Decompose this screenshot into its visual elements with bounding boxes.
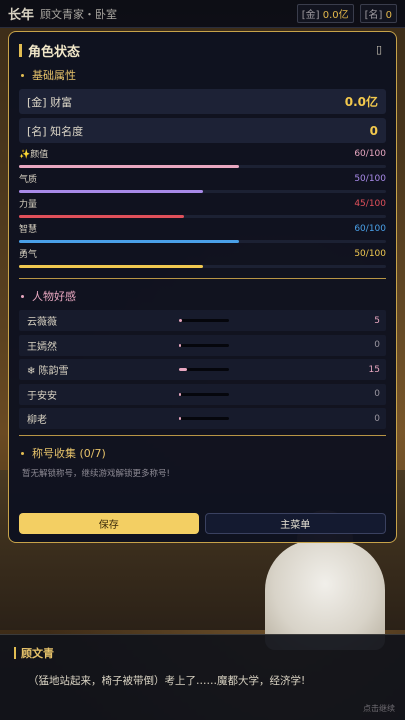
attribute-bar-fill xyxy=(19,190,203,193)
npc-row[interactable]: 王嫣然 0 xyxy=(19,334,386,356)
attribute-name: 勇气 xyxy=(19,250,38,260)
fame-value: 0 xyxy=(385,10,392,21)
top-hud: 长年 顾文青家・卧室 [金] 0.0亿 [名] 0 xyxy=(0,0,405,28)
attribute-bar xyxy=(19,265,386,268)
main-menu-button[interactable]: 主菜单 xyxy=(204,513,386,534)
affection-bar xyxy=(179,368,229,371)
location-label: 顾文青家・卧室 xyxy=(40,7,118,21)
npc-name: 王嫣然 xyxy=(27,341,57,353)
attribute-bar xyxy=(19,240,386,243)
status-panel: 角色状态 ▯ 基础属性 [金] 财富 0.0亿 [名] 知名度 0 ✨颜值 60/… xyxy=(8,31,397,543)
close-icon[interactable]: ▯ xyxy=(372,43,386,57)
attribute-value: 50/100 xyxy=(354,173,386,184)
attribute-row: 智慧 60/100 xyxy=(19,222,386,247)
npc-name: 云薇薇 xyxy=(27,317,57,328)
continue-hint[interactable]: 点击继续 xyxy=(363,703,395,714)
affection-bar-fill xyxy=(179,343,181,347)
npc-name: 柳老 xyxy=(27,415,47,426)
affection-bar xyxy=(179,392,229,396)
fame-badge: [名] 0 xyxy=(359,4,397,23)
npc-name: 于安安 xyxy=(27,390,57,402)
npc-row[interactable]: 云薇薇 5 xyxy=(19,310,386,331)
wealth-value: 0.0亿 xyxy=(344,95,378,109)
affection-value: 0 xyxy=(374,413,380,424)
panel-header: 角色状态 ▯ xyxy=(19,40,386,60)
title-accent xyxy=(19,43,22,57)
affection-value: 0 xyxy=(374,389,380,399)
money-badge: [金] 0.0亿 xyxy=(296,4,354,23)
affection-bar xyxy=(179,417,229,420)
money-value: 0.0亿 xyxy=(322,10,349,21)
section-titles: 称号收集 (0/7) xyxy=(21,444,386,462)
attribute-name: ✨颜值 xyxy=(19,150,49,160)
titles-hint: 暂无解锁称号，继续游戏解锁更多称号! xyxy=(22,469,170,479)
section-relations-label: 人物好感 xyxy=(32,290,76,303)
attribute-value: 45/100 xyxy=(354,198,386,209)
attribute-bar xyxy=(19,190,386,193)
attribute-bar xyxy=(19,165,386,168)
fame-label: [名] 知名度 xyxy=(27,124,84,138)
attribute-bar xyxy=(19,215,386,218)
attribute-value: 60/100 xyxy=(354,148,386,159)
npc-name: ❄ 陈韵雪 xyxy=(27,366,69,377)
panel-title: 角色状态 xyxy=(28,44,81,60)
attribute-list: ✨颜值 60/100 气质 50/100 力量 45/100 智慧 60/100 勇气 5… xyxy=(19,147,386,272)
bullet-icon xyxy=(21,73,24,77)
wealth-label: [金] 财富 xyxy=(27,95,73,109)
affection-bar xyxy=(179,343,229,347)
wealth-row: [金] 财富 0.0亿 xyxy=(19,89,386,114)
attribute-row: 勇气 50/100 xyxy=(19,247,386,272)
attribute-row: 气质 50/100 xyxy=(19,172,386,197)
attribute-name: 力量 xyxy=(19,200,38,210)
section-titles-label: 称号收集 (0/7) xyxy=(32,447,106,460)
section-relations: 人物好感 xyxy=(21,287,386,305)
fame-tag: [名] xyxy=(364,10,383,21)
affection-value: 0 xyxy=(374,340,380,350)
divider xyxy=(19,278,386,279)
attribute-value: 60/100 xyxy=(354,223,386,234)
affection-value: 5 xyxy=(374,315,380,326)
attribute-value: 50/100 xyxy=(354,248,386,259)
money-tag: [金] xyxy=(301,10,320,21)
section-basic-label: 基础属性 xyxy=(32,69,76,82)
fame-row-value: 0 xyxy=(369,123,378,138)
affection-bar-fill xyxy=(179,392,181,396)
save-button[interactable]: 保存 xyxy=(19,513,199,534)
bullet-icon xyxy=(21,294,24,298)
bullet-icon xyxy=(21,451,24,455)
speaker-accent xyxy=(14,647,16,659)
attribute-bar-fill xyxy=(19,165,240,168)
npc-list: 云薇薇 5 王嫣然 0 ❄ 陈韵雪 15 于安安 0 柳老 0 xyxy=(19,310,386,429)
affection-bar-fill xyxy=(179,368,187,371)
npc-row[interactable]: 于安安 0 xyxy=(19,383,386,405)
divider xyxy=(19,435,386,436)
affection-bar-fill xyxy=(179,417,181,420)
speaker-name: 顾文青 xyxy=(21,647,54,660)
speaker-name-plate: 顾文青 xyxy=(14,645,391,661)
panel-buttons: 保存 主菜单 xyxy=(19,513,386,534)
affection-bar xyxy=(179,319,229,322)
attribute-bar-fill xyxy=(19,265,203,268)
affection-bar-fill xyxy=(179,319,182,322)
attribute-row: ✨颜值 60/100 xyxy=(19,147,386,172)
dialogue-box[interactable]: 顾文青 （猛地站起来，椅子被带倒）考上了……魔都大学，经济学! 点击继续 xyxy=(0,634,405,720)
attribute-bar-fill xyxy=(19,215,185,218)
dialogue-text: （猛地站起来，椅子被带倒）考上了……魔都大学，经济学! xyxy=(28,675,306,687)
attribute-bar-fill xyxy=(19,240,240,243)
section-basic: 基础属性 xyxy=(21,66,386,84)
attribute-name: 智慧 xyxy=(19,225,38,235)
npc-row[interactable]: ❄ 陈韵雪 15 xyxy=(19,359,386,380)
attribute-row: 力量 45/100 xyxy=(19,197,386,222)
game-logo: 长年 xyxy=(8,8,35,23)
npc-row[interactable]: 柳老 0 xyxy=(19,408,386,429)
affection-value: 15 xyxy=(368,364,380,375)
attribute-name: 气质 xyxy=(19,175,38,185)
fame-row: [名] 知名度 0 xyxy=(19,118,386,143)
